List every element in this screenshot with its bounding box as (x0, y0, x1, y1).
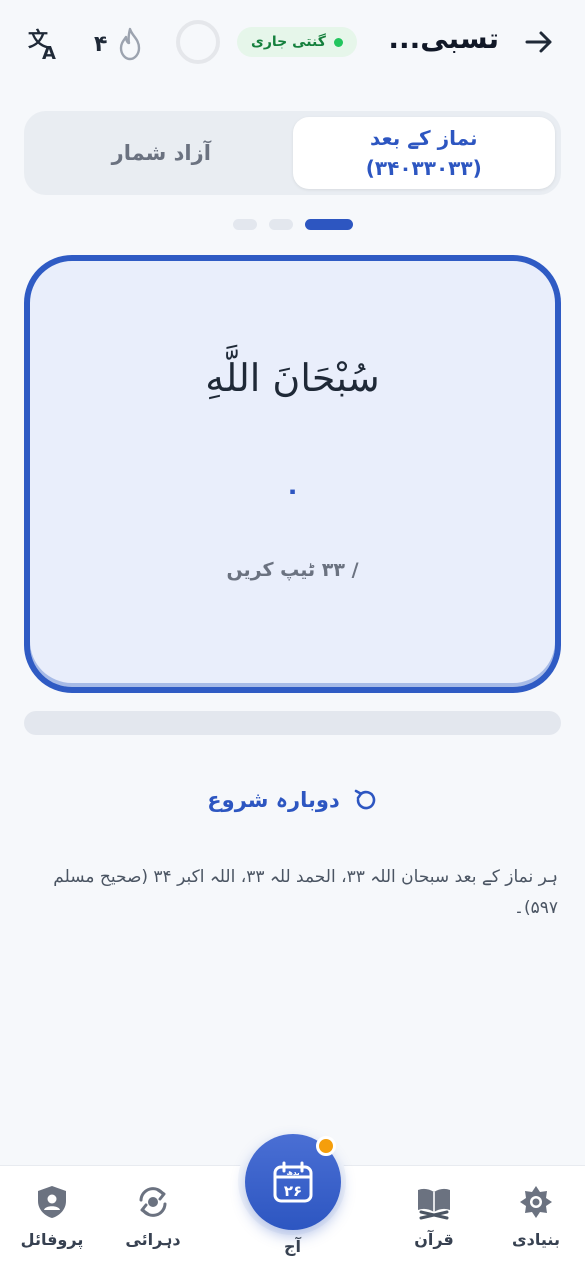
top-bar: 文 A ۴ گنتی جاری تسبی... (0, 0, 585, 88)
page-indicator (233, 219, 353, 231)
page-dot (233, 219, 257, 230)
reset-button[interactable]: دوبارہ شروع (0, 780, 585, 820)
tab-after-prayer-label: نماز کے بعد (369, 126, 478, 150)
count-target: / ۳۳ ٹیپ کریں (226, 559, 359, 581)
translate-icon[interactable]: 文 A (26, 26, 62, 64)
count-progress-bar (24, 711, 561, 735)
streak-count: ۴ (94, 31, 108, 57)
svg-text:A: A (42, 43, 56, 62)
calendar-day: ۲۶ (284, 1182, 302, 1200)
calendar-icon: بدھ ۲۶ (273, 1161, 313, 1203)
calendar-weekday: بدھ (286, 1169, 300, 1177)
flame-icon (120, 27, 141, 61)
daily-progress-ring[interactable] (176, 20, 220, 64)
tab-free-count-label: آزاد شمار (111, 141, 211, 165)
notification-dot (316, 1136, 336, 1156)
status-badge-label: گنتی جاری (251, 34, 326, 50)
tab-free-count[interactable]: آزاد شمار (30, 117, 293, 189)
shield-user-icon (38, 1186, 66, 1218)
tap-counter-card[interactable]: سُبْحَانَ اللَّهِ ۰ / ۳۳ ٹیپ کریں (24, 255, 561, 693)
reset-label: دوبارہ شروع (207, 788, 340, 812)
star-badge-icon (520, 1186, 552, 1218)
review-cycle-icon (139, 1187, 167, 1217)
dhikr-text: سُبْحَانَ اللَّهِ (205, 356, 380, 400)
nav-label-today: آج (283, 1237, 301, 1256)
page-dot (269, 219, 293, 230)
count-value: ۰ (284, 476, 301, 506)
page-title: تسبی... (388, 22, 499, 55)
tab-after-prayer-sub: (۳۴۰۳۳۰۳۳) (365, 156, 482, 180)
status-badge: گنتی جاری (237, 27, 357, 57)
refresh-icon (354, 789, 376, 810)
back-arrow-icon[interactable] (523, 26, 555, 58)
page-dot-active (305, 219, 353, 230)
quran-book-icon (418, 1188, 450, 1220)
status-dot (333, 37, 343, 47)
app-screen: 文 A ۴ گنتی جاری تسبی... نماز کے بعد (۳۴۰… (0, 0, 585, 1266)
mode-tabs: نماز کے بعد (۳۴۰۳۳۰۳۳) آزاد شمار (24, 111, 561, 195)
reference-note: ہر نماز کے بعد سبحان اللہ ۳۳، الحمد للہ … (53, 867, 558, 918)
tab-after-prayer[interactable]: نماز کے بعد (۳۴۰۳۳۰۳۳) (292, 117, 555, 189)
streak-counter[interactable]: ۴ (94, 24, 143, 64)
